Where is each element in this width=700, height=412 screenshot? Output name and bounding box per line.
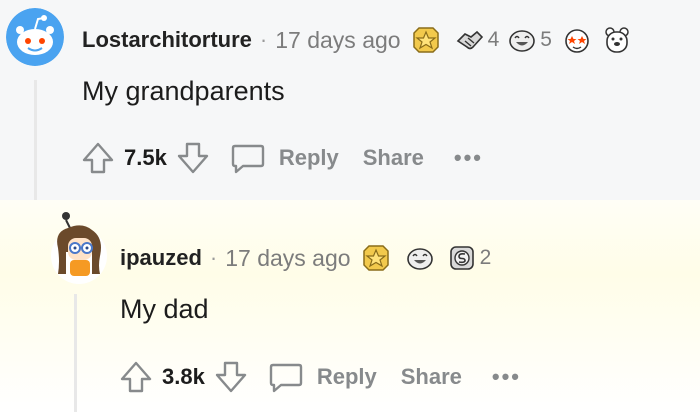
laughing-face-award-icon[interactable]: 5	[507, 25, 552, 55]
bear-award-icon[interactable]	[602, 25, 632, 55]
gold-star-award-icon[interactable]	[411, 25, 441, 55]
avatar[interactable]	[48, 212, 110, 284]
reply-label: Reply	[316, 364, 377, 389]
reply-label: Reply	[278, 145, 339, 170]
downvote-arrow-icon	[215, 361, 247, 393]
avatar[interactable]	[6, 8, 64, 66]
separator-dot: ·	[259, 27, 268, 52]
more-options-button[interactable]: •••	[492, 364, 521, 390]
comment-meta: Lostarchitorture · 17 days ago 4 5	[82, 24, 632, 56]
username[interactable]: Lostarchitorture	[82, 27, 252, 53]
share-button[interactable]: Share	[401, 364, 462, 390]
upvote-button[interactable]	[118, 359, 154, 395]
upvote-arrow-icon	[82, 142, 114, 174]
downvote-arrow-icon	[177, 142, 209, 174]
more-options-button[interactable]: •••	[454, 145, 483, 171]
reply-button[interactable]: Reply	[267, 359, 377, 395]
laughing-face-award-icon[interactable]	[405, 243, 435, 273]
starry-eyed-award-icon[interactable]	[562, 25, 592, 55]
reply-button[interactable]: Reply	[229, 140, 339, 176]
share-button[interactable]: Share	[363, 145, 424, 171]
comment-actions: 7.5k Reply Share •••	[80, 138, 483, 178]
upvote-arrow-icon	[120, 361, 152, 393]
comment-actions: 3.8k Reply Share •••	[118, 357, 521, 397]
downvote-button[interactable]	[213, 359, 249, 395]
award-count: 4	[487, 28, 500, 51]
upvote-button[interactable]	[80, 140, 116, 176]
vote-count: 3.8k	[162, 364, 205, 389]
award-count: 2	[479, 246, 492, 269]
silver-award-icon[interactable]: 2	[447, 243, 492, 273]
gold-star-award-icon[interactable]	[361, 243, 391, 273]
username[interactable]: ipauzed	[120, 245, 202, 271]
vote-count: 7.5k	[124, 145, 167, 170]
award-count: 5	[540, 28, 552, 51]
reply-bubble-icon	[269, 363, 303, 393]
handshake-award-icon[interactable]: 4	[455, 25, 500, 55]
downvote-button[interactable]	[175, 140, 211, 176]
reply-bubble-icon	[231, 144, 265, 174]
comment-meta: ipauzed · 17 days ago 2	[120, 242, 491, 274]
separator-dot: ·	[209, 245, 218, 270]
comment-body: My dad	[120, 294, 209, 324]
user-avatar-icon	[51, 212, 107, 284]
snoo-avatar-icon	[6, 8, 64, 66]
timestamp[interactable]: 17 days ago	[225, 245, 350, 272]
timestamp[interactable]: 17 days ago	[275, 27, 400, 54]
comment-body: My grandparents	[82, 76, 285, 106]
thread-line[interactable]	[74, 294, 77, 412]
